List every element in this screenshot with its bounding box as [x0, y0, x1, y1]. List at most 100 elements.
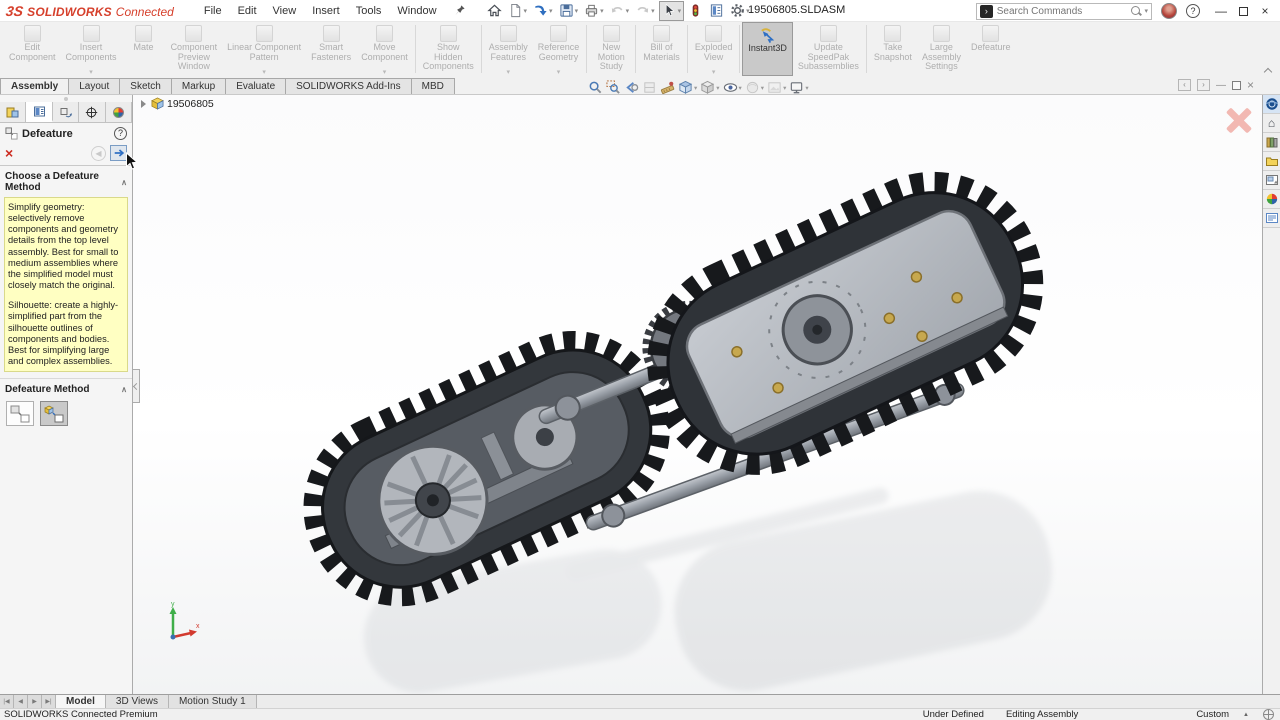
search-input[interactable] [997, 6, 1129, 17]
panel-splitter-handle[interactable] [133, 369, 140, 403]
bottom-tab-3d-views[interactable]: 3D Views [106, 695, 169, 708]
search-icon[interactable] [1131, 6, 1142, 17]
tab-layout[interactable]: Layout [68, 78, 120, 94]
section-title: Defeature Method [5, 384, 89, 395]
next-window-icon[interactable]: › [1197, 79, 1210, 91]
home-button[interactable] [485, 1, 504, 21]
panel-grip[interactable] [0, 95, 132, 102]
tab-configurationmanager[interactable] [53, 102, 79, 122]
doc-close-icon[interactable]: × [1247, 78, 1254, 92]
dropdown-caret-icon[interactable]: ▾ [678, 7, 682, 15]
menu-edit[interactable]: Edit [230, 2, 265, 20]
pin-menu-icon[interactable] [453, 4, 466, 17]
menu-window[interactable]: Window [389, 2, 444, 20]
tab-dimxpertmanager[interactable] [79, 102, 105, 122]
tab-markup[interactable]: Markup [171, 78, 226, 94]
dynamic-annotation-views-button[interactable] [660, 80, 675, 95]
save-button[interactable]: ▾ [557, 1, 581, 21]
search-commands-box[interactable]: › ▾ [976, 3, 1152, 20]
ribbon-collapse-chevron-icon[interactable] [1264, 66, 1272, 74]
tab-evaluate[interactable]: Evaluate [225, 78, 286, 94]
tab-displaymanager[interactable] [106, 102, 132, 122]
dropdown-caret-icon[interactable]: ▾ [694, 84, 697, 92]
menu-view[interactable]: View [265, 2, 305, 20]
tab-propertymanager[interactable] [26, 102, 52, 122]
defeature-method-simplify-geometry-button[interactable] [40, 401, 68, 426]
previous-view-button[interactable] [624, 80, 639, 95]
panel-help-icon[interactable]: ? [114, 127, 127, 140]
display-style-icon [700, 80, 715, 95]
dropdown-caret-icon[interactable]: ▾ [739, 84, 742, 92]
cancel-button[interactable]: × [5, 147, 13, 159]
close-button[interactable]: × [1254, 2, 1276, 20]
bottom-tab-motion-study-1[interactable]: Motion Study 1 [169, 695, 257, 708]
minimize-button[interactable]: — [1210, 2, 1232, 20]
collapse-caret-icon[interactable]: ∧ [121, 385, 127, 394]
section-header-defeature-method[interactable]: Defeature Method ∧ [0, 378, 132, 398]
menu-file[interactable]: File [196, 2, 230, 20]
section-header-choose-method[interactable]: Choose a Defeature Method ∧ [0, 166, 132, 196]
restore-button[interactable] [1232, 2, 1254, 20]
dropdown-caret-icon[interactable]: ▾ [600, 7, 604, 15]
search-dropdown-caret-icon[interactable]: ▾ [1144, 7, 1148, 15]
first-sheet-icon[interactable]: |◀ [0, 695, 14, 708]
feature-tree-breadcrumb[interactable]: 19506805 [141, 97, 214, 110]
user-avatar[interactable] [1161, 3, 1177, 19]
dropdown-caret-icon[interactable]: ▾ [805, 84, 808, 92]
dropdown-caret-icon[interactable]: ▾ [549, 7, 553, 15]
taskpane-design-library-button[interactable] [1263, 133, 1280, 152]
tab-mbd[interactable]: MBD [411, 78, 455, 94]
taskpane-3dexperience-button[interactable] [1263, 95, 1280, 114]
bottom-tab-model[interactable]: Model [56, 695, 106, 708]
taskpane-file-explorer-button[interactable] [1263, 152, 1280, 171]
help-icon[interactable]: ? [1186, 4, 1200, 18]
file-properties-button[interactable] [707, 1, 726, 21]
zoom-to-area-button[interactable] [606, 80, 621, 95]
menu-insert[interactable]: Insert [304, 2, 348, 20]
undo-icon [610, 3, 625, 18]
collapse-caret-icon[interactable]: ∧ [121, 178, 127, 187]
units-icon[interactable] [1263, 709, 1274, 720]
next-sheet-icon[interactable]: ▶ [28, 695, 42, 708]
ribbon-button-label: Smart Fasteners [311, 43, 351, 62]
previous-sheet-icon[interactable]: ◀ [14, 695, 28, 708]
last-sheet-icon[interactable]: ▶| [42, 695, 56, 708]
open-button[interactable]: ▾ [531, 1, 555, 21]
hide-show-items-button[interactable]: ▾ [723, 80, 742, 95]
zoom-to-fit-button[interactable] [588, 80, 603, 95]
menu-tools[interactable]: Tools [348, 2, 390, 20]
doc-restore-icon[interactable] [1232, 81, 1241, 90]
tab-solidworks-add-ins[interactable]: SOLIDWORKS Add-Ins [285, 78, 411, 94]
dropdown-caret-icon[interactable]: ▾ [524, 7, 528, 15]
ribbon-instant3d-button[interactable]: Instant3D [742, 22, 793, 76]
previous-window-icon[interactable]: ‹ [1178, 79, 1191, 91]
defeature-method-silhouette-button[interactable] [6, 401, 34, 426]
taskpane-custom-properties-button[interactable] [1263, 209, 1280, 228]
taskpane-appearances-scenes-button[interactable] [1263, 190, 1280, 209]
view-settings-button[interactable]: ▾ [789, 80, 808, 95]
breadcrumb-root-label[interactable]: 19506805 [167, 98, 214, 110]
view-orientation-button[interactable]: ▾ [678, 80, 697, 95]
select-button[interactable]: ▾ [659, 1, 685, 21]
new-document-button[interactable]: ▾ [506, 1, 530, 21]
confirmation-corner-cancel-icon[interactable] [1226, 107, 1252, 133]
editing-mode-label: Editing Assembly [1006, 709, 1078, 720]
grip-dot-icon [64, 97, 68, 101]
expand-arrow-icon[interactable] [141, 100, 146, 108]
taskpane-view-palette-button[interactable] [1263, 171, 1280, 190]
rebuild-button[interactable] [686, 1, 705, 21]
dropdown-caret-icon[interactable]: ▾ [716, 84, 719, 92]
model-viewport-canvas[interactable] [133, 95, 1262, 694]
tab-featuremanager-design-tree[interactable] [0, 102, 26, 122]
tab-sketch[interactable]: Sketch [119, 78, 172, 94]
view-orientation-icon [678, 80, 693, 95]
configuration-selector[interactable]: Custom [1196, 709, 1229, 720]
print-button[interactable]: ▾ [582, 1, 606, 21]
taskpane-home-button[interactable]: ⌂ [1263, 114, 1280, 133]
main-area: Defeature ? × ◀ Choose a Defeature Metho… [0, 94, 1280, 694]
tab-assembly[interactable]: Assembly [0, 78, 69, 94]
doc-minimize-icon[interactable]: — [1216, 80, 1226, 91]
display-style-button[interactable]: ▾ [700, 80, 719, 95]
dropdown-caret-icon[interactable]: ▾ [575, 7, 579, 15]
configuration-caret-icon[interactable]: ▲ [1243, 712, 1249, 718]
